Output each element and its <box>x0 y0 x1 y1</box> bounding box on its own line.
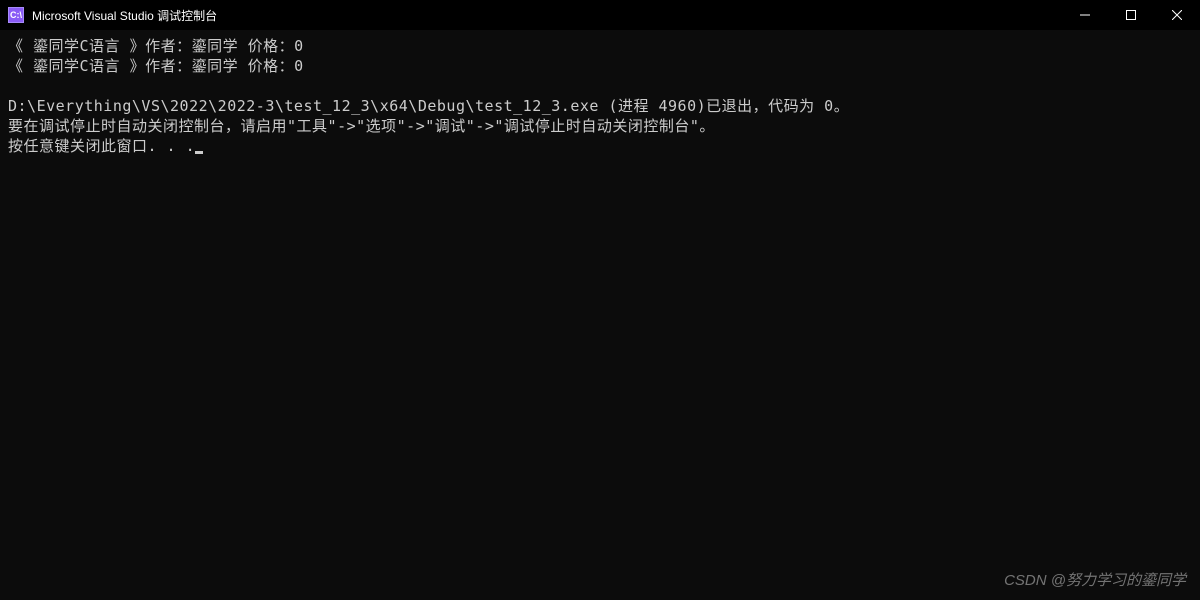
cursor <box>195 151 203 154</box>
watermark: CSDN @努力学习的鎏同学 <box>1004 569 1186 590</box>
output-line: 《 鎏同学C语言 》作者：鎏同学 价格：0 <box>8 37 304 55</box>
app-icon: C:\ <box>8 7 24 23</box>
maximize-button[interactable] <box>1108 0 1154 30</box>
output-line: 要在调试停止时自动关闭控制台，请启用"工具"->"选项"->"调试"->"调试停… <box>8 117 715 135</box>
output-line: 《 鎏同学C语言 》作者：鎏同学 价格：0 <box>8 57 304 75</box>
titlebar: C:\ Microsoft Visual Studio 调试控制台 <box>0 0 1200 30</box>
console-output: 《 鎏同学C语言 》作者：鎏同学 价格：0 《 鎏同学C语言 》作者：鎏同学 价… <box>0 30 1200 162</box>
window-controls <box>1062 0 1200 30</box>
minimize-button[interactable] <box>1062 0 1108 30</box>
close-button[interactable] <box>1154 0 1200 30</box>
output-line: 按任意键关闭此窗口. . . <box>8 137 195 155</box>
window-title: Microsoft Visual Studio 调试控制台 <box>32 7 1062 24</box>
output-line: D:\Everything\VS\2022\2022-3\test_12_3\x… <box>8 97 849 115</box>
